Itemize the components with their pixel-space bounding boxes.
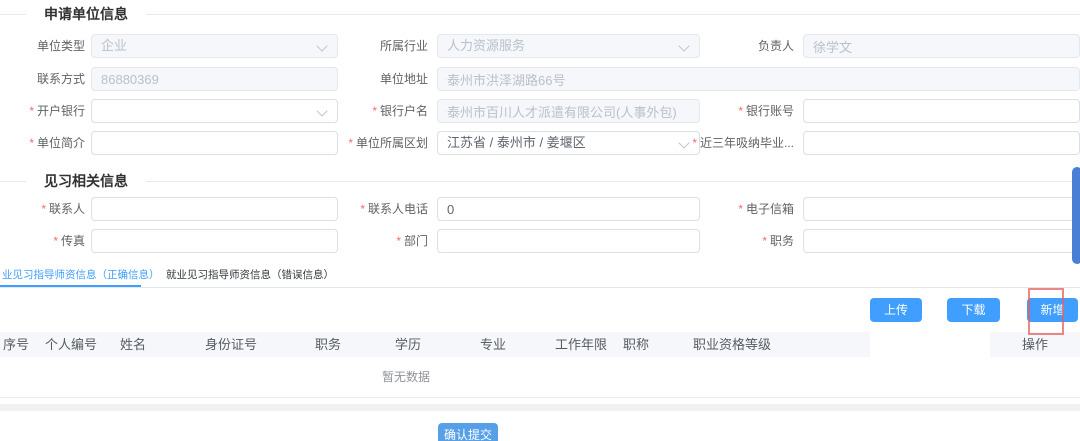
bank-no-input[interactable]	[803, 99, 1080, 123]
region-value: 江苏省 / 泰州市 / 姜堰区	[447, 132, 586, 154]
col-header-name: 姓名	[120, 332, 146, 357]
required-mark: *	[29, 104, 34, 118]
section-divider	[0, 14, 1080, 15]
col-header-qualification: 职业资格等级	[693, 332, 771, 357]
tab-mentor-info-correct[interactable]: 业见习指导师资信息（正确信息）	[2, 264, 160, 286]
unit-type-value: 企业	[101, 35, 127, 57]
required-mark: *	[738, 104, 743, 118]
required-mark: *	[762, 234, 767, 248]
required-mark: *	[738, 202, 743, 216]
department-label: *部门	[290, 229, 428, 253]
required-mark: *	[29, 136, 34, 150]
required-mark: *	[360, 202, 365, 216]
tab-mentor-info-wrong[interactable]: 就业见习指导师资信息（错误信息）	[166, 264, 334, 286]
address-label: 单位地址	[290, 67, 428, 91]
contact-phone-label: *联系人电话	[290, 197, 428, 221]
email-label: *电子信箱	[610, 197, 794, 221]
col-header-action: 操作	[1022, 332, 1048, 357]
bank-name-label: *银行户名	[290, 99, 428, 123]
download-button[interactable]: 下载	[947, 298, 1000, 322]
required-mark: *	[53, 234, 58, 248]
section-title-internship-info: 见习相关信息	[26, 171, 146, 191]
horizontal-scrollbar[interactable]	[0, 404, 1080, 411]
bank-no-label: *银行账号	[610, 99, 794, 123]
col-header-seq: 序号	[3, 332, 29, 357]
position-input[interactable]	[803, 229, 1080, 253]
email-input[interactable]	[803, 197, 1080, 221]
table-empty-text: 暂无数据	[0, 368, 812, 385]
required-mark: *	[692, 136, 697, 150]
bank-label: *开户银行	[0, 99, 85, 123]
industry-label: 所属行业	[290, 34, 428, 58]
graduates-input[interactable]	[803, 131, 1080, 155]
section-title-unit-info: 申请单位信息	[26, 4, 146, 24]
col-header-title: 职称	[623, 332, 649, 357]
upload-button[interactable]: 上传	[870, 298, 922, 322]
address-input	[437, 67, 1080, 91]
tabs-bottom-border	[0, 287, 1080, 288]
col-header-person-no: 个人编号	[45, 332, 97, 357]
section-divider	[0, 181, 1080, 182]
col-header-major: 专业	[480, 332, 506, 357]
graduates-label: *近三年吸纳毕业...	[610, 131, 794, 155]
fax-label: *传真	[0, 229, 85, 253]
table-bottom-border	[0, 397, 1080, 398]
col-header-work-years: 工作年限	[555, 332, 607, 357]
col-header-education: 学历	[395, 332, 421, 357]
leader-input	[803, 34, 1080, 58]
application-form-page: 申请单位信息 单位类型 企业 所属行业 人力资源服务 负责人 联系方式 单位地址…	[0, 0, 1080, 441]
required-mark: *	[396, 234, 401, 248]
region-label: *单位所属区划	[290, 131, 428, 155]
confirm-submit-button[interactable]: 确认提交	[438, 423, 498, 441]
required-mark: *	[348, 136, 353, 150]
industry-value: 人力资源服务	[447, 35, 525, 57]
contact-person-label: *联系人	[0, 197, 85, 221]
intro-label: *单位简介	[0, 131, 85, 155]
position-label: *职务	[610, 229, 794, 253]
unit-type-label: 单位类型	[0, 34, 85, 58]
leader-label: 负责人	[610, 34, 794, 58]
vertical-scrollbar-thumb[interactable]	[1072, 167, 1080, 264]
add-button[interactable]: 新增	[1027, 298, 1078, 322]
table-header-action: 操作	[990, 332, 1080, 357]
required-mark: *	[41, 202, 46, 216]
contact-label: 联系方式	[0, 67, 85, 91]
table-header: 序号 个人编号 姓名 身份证号 职务 学历 专业 工作年限 职称 职业资格等级	[0, 332, 870, 357]
col-header-duty: 职务	[315, 332, 341, 357]
col-header-id-card: 身份证号	[205, 332, 257, 357]
required-mark: *	[372, 104, 377, 118]
